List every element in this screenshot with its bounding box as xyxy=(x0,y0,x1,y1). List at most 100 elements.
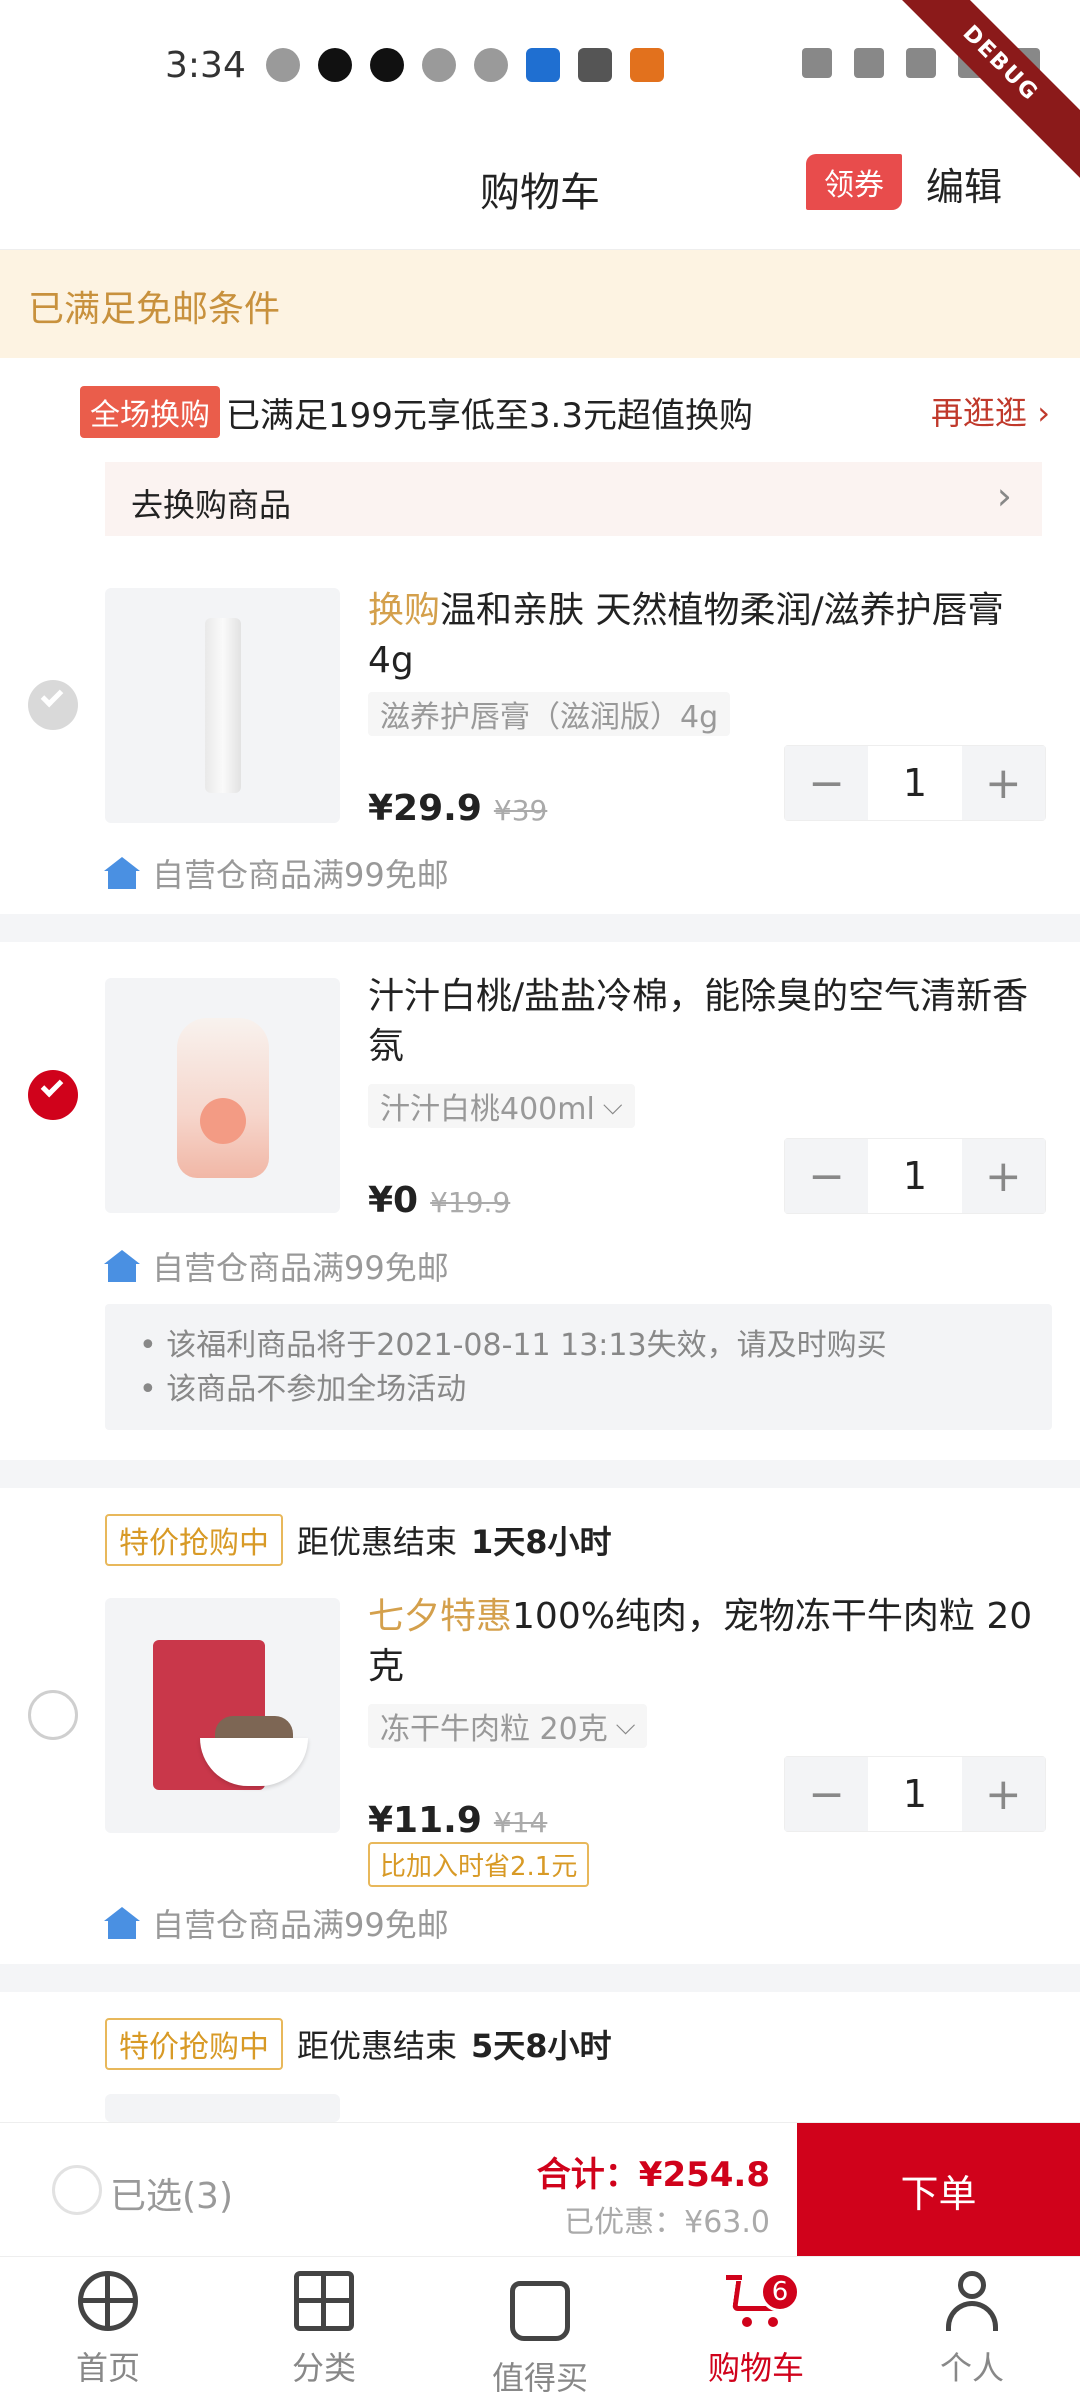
quantity-value[interactable]: 1 xyxy=(868,1757,962,1831)
chevron-down-icon: ⌵ xyxy=(602,1090,623,1121)
flash-sale-row: 特价抢购中 距优惠结束 5天8小时 xyxy=(105,2018,612,2070)
page-title: 购物车 xyxy=(480,170,600,216)
product-tag: 换购 xyxy=(368,590,441,631)
promo-line: 全场换购 已满足199元享低至3.3元超值换购 xyxy=(80,386,753,438)
price: ¥29.9 ¥39 xyxy=(368,788,547,829)
decrease-button[interactable]: − xyxy=(785,746,869,820)
product-image-lip-balm[interactable] xyxy=(105,588,340,823)
flash-sale-tag: 特价抢购中 xyxy=(105,2018,283,2070)
product-name: 温和亲肤 天然植物柔润/滋养护唇膏4g xyxy=(368,590,1004,681)
wifi-icon xyxy=(906,48,936,78)
increase-button[interactable]: + xyxy=(961,1139,1045,1213)
warehouse-icon xyxy=(104,1907,140,1939)
tab-label: 值得买 xyxy=(491,2359,588,2397)
spec-label: 滋养护唇膏（滋润版）4g xyxy=(380,700,719,735)
notice-line: • 该福利商品将于2021-08-11 13:13失效，请及时购买 xyxy=(139,1328,887,1363)
product-title[interactable]: 换购温和亲肤 天然植物柔润/滋养护唇膏4g xyxy=(368,586,1048,686)
product-title[interactable]: 汁汁白桃/盐盐冷棉，能除臭的空气清新香氛 xyxy=(368,972,1048,1072)
tab-bar: 首页 分类 值得买 购物车 个人 xyxy=(0,2256,1080,2400)
divider xyxy=(0,1964,1080,1992)
product-title[interactable]: 七夕特惠100%纯肉，宠物冻干牛肉粒 20克 xyxy=(368,1592,1048,1692)
product-tag: 七夕特惠 xyxy=(368,1596,513,1637)
decrease-button[interactable]: − xyxy=(785,1139,869,1213)
tab-label: 分类 xyxy=(291,2349,356,2387)
product-image-air-freshener[interactable] xyxy=(105,978,340,1213)
selected-count[interactable]: 已选(3) xyxy=(110,2167,233,2219)
increase-button[interactable]: + xyxy=(961,746,1045,820)
nav-header: 购物车 领券 编辑 xyxy=(0,130,1080,250)
item-checkbox[interactable] xyxy=(28,680,78,730)
quantity-stepper: − 1 + xyxy=(784,1138,1046,1214)
coupon-button[interactable]: 领券 xyxy=(806,154,902,210)
shipping-info: 自营仓商品满99免邮 xyxy=(104,850,449,896)
item-checkbox[interactable] xyxy=(28,1690,78,1740)
vibrate-icon xyxy=(854,48,884,78)
increase-button[interactable]: + xyxy=(961,1757,1045,1831)
tab-category[interactable]: 分类 xyxy=(216,2257,432,2400)
tab-worth-buying[interactable]: 值得买 xyxy=(432,2257,648,2400)
decrease-button[interactable]: − xyxy=(785,1757,869,1831)
quantity-value[interactable]: 1 xyxy=(868,1139,962,1213)
divider xyxy=(0,1460,1080,1488)
shipping-info: 自营仓商品满99免邮 xyxy=(104,1900,449,1946)
app-notification-icon xyxy=(525,48,560,82)
category-icon xyxy=(294,2271,354,2331)
checkout-bar: 已选(3) 合计：¥254.8 已优惠：¥63.0 下单 xyxy=(0,2122,1080,2257)
promo-badge: 全场换购 xyxy=(80,386,220,438)
warehouse-icon xyxy=(104,857,140,889)
current-price: ¥0 xyxy=(368,1180,419,1221)
flash-sale-tag: 特价抢购中 xyxy=(105,1514,283,1566)
spec-selector[interactable]: 滋养护唇膏（滋润版）4g xyxy=(368,692,731,736)
tab-label: 个人 xyxy=(939,2349,1004,2387)
price: ¥11.9 ¥14 xyxy=(368,1800,547,1841)
tab-profile[interactable]: 个人 xyxy=(864,2257,1080,2400)
exchange-label: 去换购商品 xyxy=(131,486,292,524)
wallet-icon xyxy=(577,48,612,82)
total-amount: 合计：¥254.8 xyxy=(536,2155,770,2195)
spec-selector[interactable]: 汁汁白桃400ml ⌵ xyxy=(368,1084,635,1128)
tiktok-icon xyxy=(317,48,352,82)
original-price: ¥14 xyxy=(493,1806,548,1839)
flash-sale-row: 特价抢购中 距优惠结束 1天8小时 xyxy=(105,1514,612,1566)
shipping-text: 自营仓商品满99免邮 xyxy=(152,1906,449,1944)
tab-cart[interactable]: 购物车 xyxy=(648,2257,864,2400)
tab-label: 购物车 xyxy=(707,2349,804,2387)
item-checkbox[interactable] xyxy=(28,1070,78,1120)
item-notice: • 该福利商品将于2021-08-11 13:13失效，请及时购买 • 该商品不… xyxy=(105,1304,1052,1430)
countdown-time: 1天8小时 xyxy=(471,1523,612,1561)
check-icon xyxy=(40,1074,64,1098)
product-image-freeze-dried-beef[interactable] xyxy=(105,1598,340,1833)
discount-amount: 已优惠：¥63.0 xyxy=(564,2205,770,2240)
home-icon xyxy=(78,2271,138,2331)
exchange-products-button[interactable]: 去换购商品 › xyxy=(105,462,1042,536)
browse-more-link[interactable]: 再逛逛 › xyxy=(931,388,1050,434)
product-image[interactable] xyxy=(105,2094,340,2122)
chevron-right-icon: › xyxy=(1027,394,1050,432)
quantity-stepper: − 1 + xyxy=(784,745,1046,821)
tab-home[interactable]: 首页 xyxy=(0,2257,216,2400)
tab-label: 首页 xyxy=(75,2349,140,2387)
spec-selector[interactable]: 冻干牛肉粒 20克 ⌵ xyxy=(368,1704,648,1748)
check-icon xyxy=(40,684,64,708)
cart-count-badge: 6 xyxy=(760,2272,800,2312)
quantity-value[interactable]: 1 xyxy=(868,746,962,820)
countdown-time: 5天8小时 xyxy=(471,2027,612,2065)
browse-more-label: 再逛逛 xyxy=(931,394,1028,432)
free-shipping-banner: 已满足免邮条件 xyxy=(0,250,1080,358)
status-time: 3:34 xyxy=(165,44,246,86)
select-all-checkbox[interactable] xyxy=(52,2165,102,2215)
divider xyxy=(0,914,1080,942)
lip-balm-image xyxy=(205,618,241,793)
app-notification-icon xyxy=(629,48,664,82)
notice-line: • 该商品不参加全场活动 xyxy=(139,1372,467,1407)
place-order-button[interactable]: 下单 xyxy=(797,2123,1080,2257)
spec-label: 冻干牛肉粒 20克 xyxy=(380,1712,608,1747)
edit-button[interactable]: 编辑 xyxy=(926,156,1002,211)
chevron-down-icon: ⌵ xyxy=(615,1710,636,1741)
notification-icon xyxy=(265,48,300,82)
savings-badge: 比加入时省2.1元 xyxy=(368,1842,590,1887)
shipping-text: 自营仓商品满99免邮 xyxy=(152,1249,449,1287)
status-notification-icons xyxy=(265,48,664,82)
shipping-info: 自营仓商品满99免邮 xyxy=(104,1243,449,1289)
current-price: ¥11.9 xyxy=(368,1800,482,1841)
